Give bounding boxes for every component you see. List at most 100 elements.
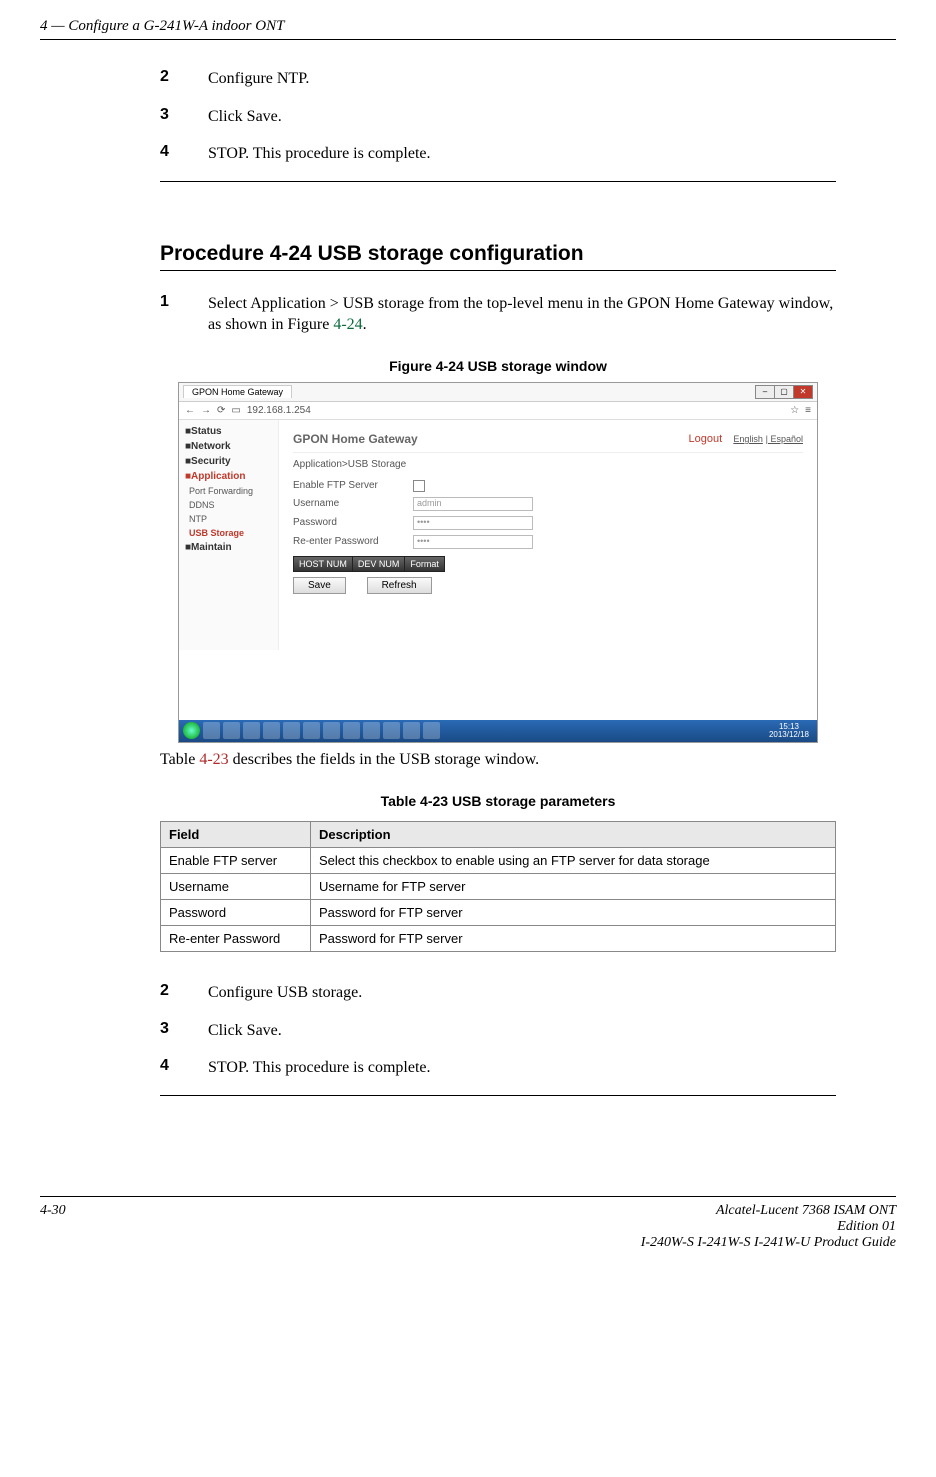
address-bar: ← → ⟳ ▭ 192.168.1.254 ☆ ≡ (179, 402, 817, 420)
refresh-button[interactable]: Refresh (367, 577, 432, 594)
step-item: 2 Configure USB storage. (160, 982, 836, 1004)
step-item: 1 Select Application > USB storage from … (160, 293, 836, 336)
sidebar-item-network[interactable]: ■Network (179, 439, 278, 454)
table-row: UsernameUsername for FTP server (161, 873, 836, 899)
lang-espanol[interactable]: Español (770, 434, 803, 444)
taskbar-icon[interactable] (343, 722, 360, 739)
hostnum-button[interactable]: HOST NUM (293, 556, 353, 572)
format-button[interactable]: Format (404, 556, 445, 572)
table-row: Enable FTP serverSelect this checkbox to… (161, 847, 836, 873)
footer-line: Edition 01 (837, 1219, 896, 1234)
step-text: Configure NTP. (208, 68, 836, 90)
reenter-password-input[interactable]: •••• (413, 535, 533, 549)
save-button[interactable]: Save (293, 577, 346, 594)
table-caption: Table 4-23 USB storage parameters (160, 793, 836, 809)
step-number: 3 (160, 106, 208, 128)
figure-caption: Figure 4-24 USB storage window (160, 358, 836, 374)
page-number: 4-30 (40, 1203, 66, 1251)
table-row: PasswordPassword for FTP server (161, 899, 836, 925)
step-item: 4 STOP. This procedure is complete. (160, 143, 836, 165)
taskbar-icon[interactable] (203, 722, 220, 739)
breadcrumb: Application>USB Storage (293, 459, 803, 470)
step-text: Select Application > USB storage from th… (208, 293, 836, 336)
step-number: 2 (160, 68, 208, 90)
field-label: Enable FTP Server (293, 480, 413, 491)
step-number: 4 (160, 143, 208, 165)
close-button[interactable]: ✕ (793, 385, 813, 399)
forward-icon[interactable]: → (201, 405, 211, 416)
step-item: 4 STOP. This procedure is complete. (160, 1057, 836, 1079)
taskbar-icon[interactable] (283, 722, 300, 739)
page-header: 4 — Configure a G-241W-A indoor ONT (40, 18, 896, 40)
step-text-part: . (363, 316, 367, 333)
sidebar-item-security[interactable]: ■Security (179, 454, 278, 469)
footer-line: I-240W-S I-241W-S I-241W-U Product Guide (641, 1235, 896, 1250)
procedure-heading: Procedure 4-24 USB storage configuration (160, 242, 836, 271)
step-number: 3 (160, 1020, 208, 1042)
enable-ftp-checkbox[interactable] (413, 480, 425, 492)
section-rule (160, 1095, 836, 1096)
step-text: Click Save. (208, 106, 836, 128)
table-ref: 4-23 (199, 751, 228, 768)
page-icon: ▭ (231, 405, 240, 416)
bookmark-icon[interactable]: ☆ (790, 405, 799, 416)
steps-bottom: 2 Configure USB storage. 3 Click Save. 4… (160, 982, 836, 1079)
table-intro: Table 4-23 describes the fields in the U… (160, 751, 836, 769)
maximize-button[interactable]: ▢ (774, 385, 794, 399)
sidebar-item-ddns[interactable]: DDNS (179, 498, 278, 512)
step-text: STOP. This procedure is complete. (208, 1057, 836, 1079)
page-title: GPON Home Gateway (293, 432, 418, 446)
th-field: Field (161, 821, 311, 847)
taskbar-icon[interactable] (303, 722, 320, 739)
steps-top: 2 Configure NTP. 3 Click Save. 4 STOP. T… (160, 68, 836, 165)
taskbar-icon[interactable] (323, 722, 340, 739)
taskbar-clock: 15:13 2013/12/18 (765, 723, 813, 739)
taskbar-icon[interactable] (263, 722, 280, 739)
minimize-button[interactable]: ‒ (755, 385, 775, 399)
taskbar-icon[interactable] (223, 722, 240, 739)
start-icon[interactable] (183, 722, 200, 739)
sidebar-item-ntp[interactable]: NTP (179, 512, 278, 526)
field-label: Re-enter Password (293, 536, 413, 547)
window-buttons: ‒ ▢ ✕ (756, 385, 813, 399)
back-icon[interactable]: ← (185, 405, 195, 416)
sidebar-item-port-forwarding[interactable]: Port Forwarding (179, 484, 278, 498)
devnum-button[interactable]: DEV NUM (352, 556, 406, 572)
footer-line: Alcatel-Lucent 7368 ISAM ONT (716, 1203, 896, 1218)
lang-english[interactable]: English (733, 434, 763, 444)
taskbar-icon[interactable] (383, 722, 400, 739)
sidebar-item-usb-storage[interactable]: USB Storage (179, 526, 278, 540)
step-item: 3 Click Save. (160, 1020, 836, 1042)
table-row: Re-enter PasswordPassword for FTP server (161, 925, 836, 951)
taskbar-icon[interactable] (423, 722, 440, 739)
browser-tab[interactable]: GPON Home Gateway (183, 385, 292, 398)
username-input[interactable]: admin (413, 497, 533, 511)
chapter-title: 4 — Configure a G-241W-A indoor ONT (40, 18, 284, 35)
step-text: STOP. This procedure is complete. (208, 143, 836, 165)
th-description: Description (311, 821, 836, 847)
address-text[interactable]: 192.168.1.254 (247, 405, 784, 416)
page-footer: 4-30 Alcatel-Lucent 7368 ISAM ONT Editio… (40, 1196, 896, 1251)
sidebar-item-maintain[interactable]: ■Maintain (179, 540, 278, 555)
sidebar-item-application[interactable]: ■Application (179, 469, 278, 484)
step-text: Configure USB storage. (208, 982, 836, 1004)
step-number: 4 (160, 1057, 208, 1079)
step-number: 1 (160, 293, 208, 336)
taskbar-icon[interactable] (403, 722, 420, 739)
menu-icon[interactable]: ≡ (805, 405, 811, 416)
screenshot: GPON Home Gateway ‒ ▢ ✕ ← → ⟳ ▭ 192.168.… (178, 382, 818, 743)
password-input[interactable]: •••• (413, 516, 533, 530)
params-table: Field Description Enable FTP serverSelec… (160, 821, 836, 952)
step-number: 2 (160, 982, 208, 1004)
reload-icon[interactable]: ⟳ (217, 405, 225, 416)
taskbar-icon[interactable] (363, 722, 380, 739)
section-rule (160, 181, 836, 182)
step-text-part: Select Application > USB storage from th… (208, 295, 833, 334)
step-item: 3 Click Save. (160, 106, 836, 128)
step-item: 2 Configure NTP. (160, 68, 836, 90)
sidebar-item-status[interactable]: ■Status (179, 424, 278, 439)
logout-link[interactable]: Logout (689, 433, 723, 445)
taskbar-icon[interactable] (243, 722, 260, 739)
field-label: Password (293, 517, 413, 528)
step-text: Click Save. (208, 1020, 836, 1042)
